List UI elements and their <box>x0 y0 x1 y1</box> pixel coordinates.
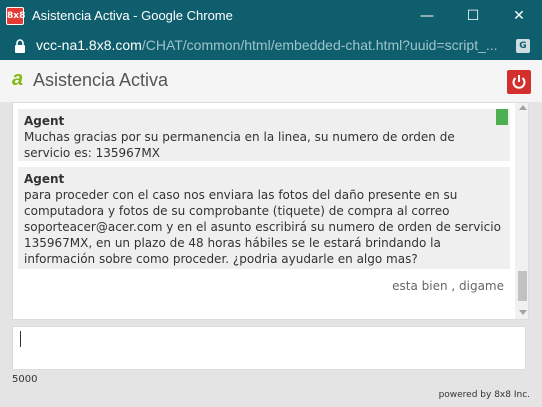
address-bar[interactable]: vcc-na1.8x8.com/CHAT/common/html/embedde… <box>0 32 542 60</box>
agent-message: Agent Muchas gracias por su permanencia … <box>18 109 510 161</box>
translate-icon[interactable]: G <box>516 39 530 53</box>
message-text: para proceder con el caso nos enviara la… <box>24 188 501 266</box>
power-icon <box>512 75 526 89</box>
url-text[interactable]: vcc-na1.8x8.com/CHAT/common/html/embedde… <box>36 37 506 53</box>
minimize-button[interactable]: — <box>404 0 450 32</box>
message-sender: Agent <box>24 114 65 128</box>
user-message: esta bien , digame <box>392 279 504 293</box>
end-chat-button[interactable] <box>507 70 531 94</box>
chat-title: Asistencia Activa <box>33 70 169 90</box>
bookmark-icon <box>496 109 508 125</box>
chat-scrollbar[interactable] <box>515 103 528 319</box>
title-bar: 8x8 Asistencia Activa - Google Chrome — … <box>0 0 542 32</box>
maximize-button[interactable]: ☐ <box>450 0 496 32</box>
acer-logo-icon: a <box>12 68 24 90</box>
close-button[interactable]: ✕ <box>496 0 542 32</box>
app-icon: 8x8 <box>6 7 25 25</box>
lock-icon[interactable] <box>14 39 26 53</box>
scroll-down-arrow[interactable] <box>519 310 527 315</box>
text-caret <box>20 331 21 347</box>
message-sender: Agent <box>24 172 65 186</box>
scroll-thumb[interactable] <box>518 271 527 301</box>
scroll-up-arrow[interactable] <box>519 105 527 110</box>
powered-by-label: powered by 8x8 Inc. <box>438 390 530 400</box>
window-title: Asistencia Activa - Google Chrome <box>32 8 233 23</box>
message-input[interactable] <box>12 326 526 370</box>
agent-message: Agent para proceder con el caso nos envi… <box>18 167 510 269</box>
chat-header: a Asistencia Activa <box>0 60 542 102</box>
chat-transcript[interactable]: Agent Muchas gracias por su permanencia … <box>12 102 529 320</box>
url-host: vcc-na1.8x8.com <box>36 37 142 53</box>
url-path: /CHAT/common/html/embedded-chat.html?uui… <box>141 37 498 53</box>
message-text: Muchas gracias por su permanencia en la … <box>24 130 455 160</box>
char-counter: 5000 <box>12 374 38 385</box>
